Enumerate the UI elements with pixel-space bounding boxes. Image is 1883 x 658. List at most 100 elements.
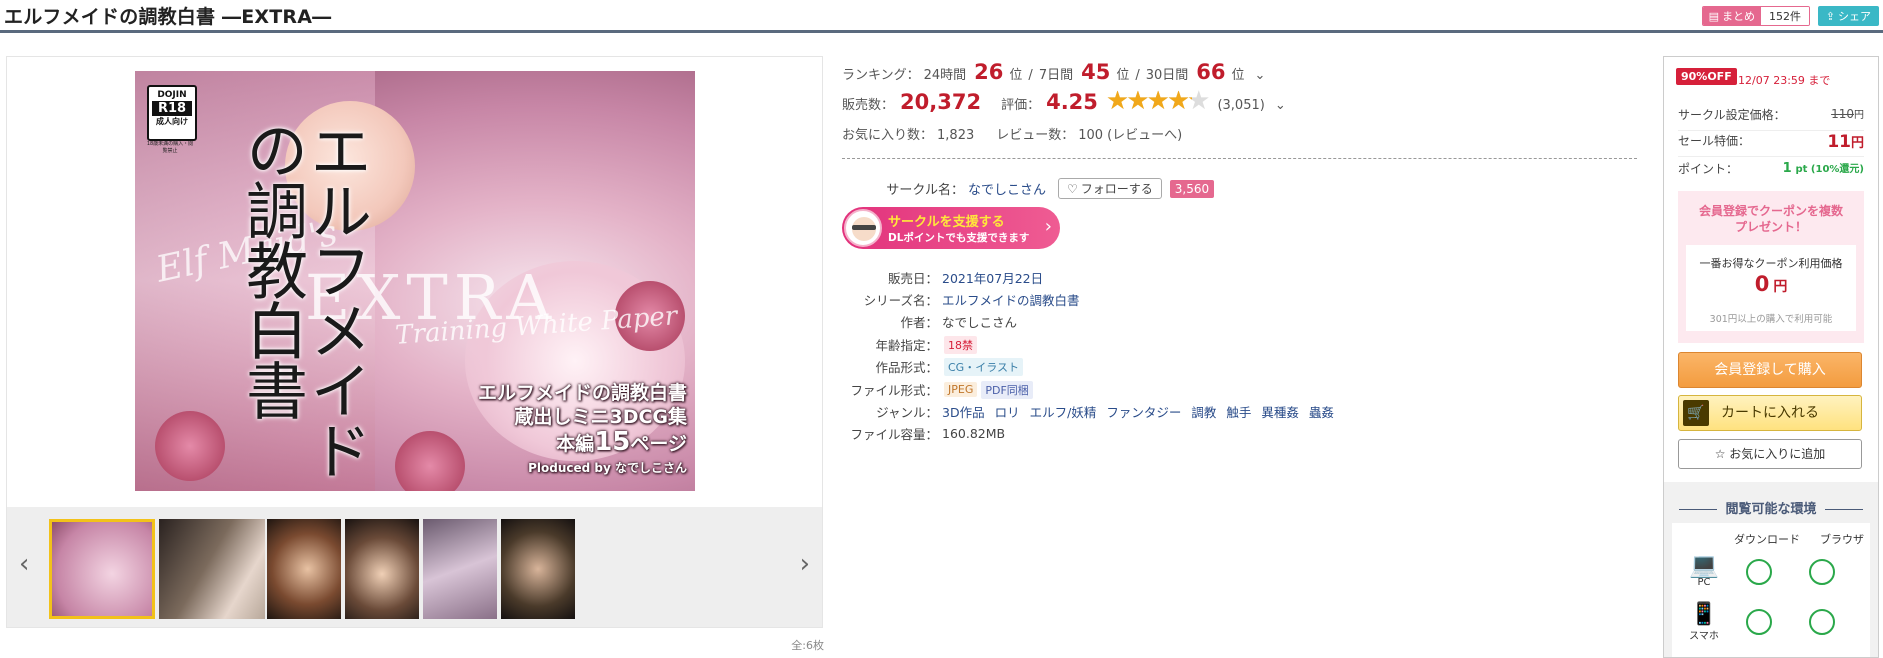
coupon-heading-line: プレゼント！ — [1734, 220, 1807, 234]
genre-tag[interactable]: ファンタジー — [1106, 402, 1181, 421]
rank-unit: 位 — [1231, 68, 1245, 83]
matome-count: 152件 — [1761, 7, 1809, 25]
sales-label: 販売数： — [842, 98, 895, 113]
star-icon: ☆ — [1714, 447, 1726, 461]
detail-row: 年齢指定： 18禁 — [842, 335, 977, 354]
detail-label: 年齢指定： — [875, 338, 938, 353]
work-type-tag[interactable]: CG・イラスト — [944, 357, 1023, 376]
circle-price-row: サークル設定価格： 110円 — [1678, 106, 1864, 131]
rank-separator: / — [1135, 68, 1140, 83]
detail-label: ファイル容量： — [850, 427, 938, 442]
title-bar: エルフメイドの調教白書 ―EXTRA― ▤ まとめ 152件 ⇪ シェア — [0, 0, 1883, 33]
sale-end-date: 12/07 23:59 まで — [1738, 74, 1831, 87]
cover-copy-line: 本編15ページ — [478, 429, 687, 457]
point-unit: pt (10%還元) — [1795, 164, 1865, 175]
add-to-cart-button[interactable]: 🛒 カートに入れる — [1678, 395, 1862, 431]
detail-row: 作品形式： CG・イラスト — [842, 357, 1023, 376]
next-arrow-icon[interactable]: › — [800, 549, 810, 579]
chevron-down-icon[interactable]: ⌄ — [1255, 68, 1266, 83]
coupon-unit: 円 — [1773, 279, 1788, 295]
age-note: 18歳未満の購入・閲覧禁止 — [146, 141, 194, 154]
genre-tag[interactable]: ロリ — [995, 402, 1020, 421]
sales-row: 販売数： 20,372 評価： 4.25 ★★★★★ ★★★★★ (3,051)… — [842, 88, 1286, 114]
detail-label: 作品形式： — [875, 360, 938, 375]
support-circle-button[interactable]: サークルを支援する DLポイントでも支援できます › — [842, 207, 1060, 249]
ranking-label: ランキング： — [842, 68, 920, 83]
genre-tag[interactable]: 3D作品 — [942, 402, 985, 421]
cart-icon: 🛒 — [1683, 400, 1709, 426]
env-title: 閲覧可能な環境 — [1664, 498, 1878, 517]
favorites-label: お気に入りに追加 — [1729, 447, 1826, 461]
detail-link[interactable]: 2021年07月22日 — [942, 268, 1043, 287]
genre-tag[interactable]: 触手 — [1226, 402, 1251, 421]
sale-price-row: セール特価： 11円 — [1678, 132, 1864, 157]
genre-tag[interactable]: エルフ/妖精 — [1030, 402, 1097, 421]
price-section: 90%OFF 12/07 23:59 まで サークル設定価格： 110円 セール… — [1664, 57, 1878, 482]
section-divider — [842, 158, 1637, 159]
detail-row: シリーズ名： エルフメイドの調教白書 — [842, 290, 1080, 309]
support-subtitle: DLポイントでも支援できます — [888, 232, 1030, 244]
age-rating-tag[interactable]: 18禁 — [944, 335, 977, 354]
share-button[interactable]: ⇪ シェア — [1817, 6, 1879, 26]
add-to-favorites-button[interactable]: ☆ お気に入りに追加 — [1678, 439, 1862, 469]
rating-stars: ★★★★★ ★★★★★ — [1105, 88, 1211, 114]
register-and-buy-button[interactable]: 会員登録して購入 — [1678, 352, 1862, 388]
rating-label: 評価： — [1001, 98, 1041, 113]
matome-label: まとめ — [1722, 10, 1755, 23]
thumbnail-5[interactable] — [423, 519, 497, 619]
point-row: ポイント： 1 pt (10%還元) — [1678, 160, 1864, 184]
genre-tag[interactable]: 調教 — [1191, 402, 1216, 421]
pc-device: 💻 PC — [1686, 553, 1722, 588]
genre-tag[interactable]: 蟲姦 — [1309, 402, 1334, 421]
star-filled-icons: ★★★★★ — [1105, 91, 1192, 111]
rank-unit: 位 — [1009, 68, 1023, 83]
circle-price-label: サークル設定価格： — [1678, 108, 1786, 122]
detail-label: 販売日： — [887, 271, 938, 286]
thumbnail-2[interactable] — [159, 519, 265, 619]
circle-avatar — [844, 209, 882, 247]
detail-link[interactable]: エルフメイドの調教白書 — [942, 290, 1080, 309]
chevron-right-icon: › — [1044, 216, 1052, 237]
dojin-r18-badge: DOJIN R18 成人向け — [147, 85, 197, 141]
ranking-24h-label: 24時間 — [923, 68, 967, 83]
ranking-7d-value: 45 — [1081, 60, 1111, 84]
circle-row: サークル名： なでしこさん ♡ フォローする 3,560 — [842, 178, 1215, 199]
cover-copy-part: 本編 — [556, 433, 595, 455]
ranking-row: ランキング： 24時間 26 位 / 7日間 45 位 / 30日間 66 位 … — [842, 60, 1265, 84]
r18-text: R18 — [152, 101, 192, 116]
prev-arrow-icon[interactable]: ‹ — [19, 549, 29, 579]
cover-copy-page-count: 15 — [594, 427, 631, 457]
genre-tag[interactable]: 異種姦 — [1261, 402, 1299, 421]
env-browser-header: ブラウザ — [1820, 533, 1864, 546]
detail-label: 作者： — [900, 315, 938, 330]
counts-row: お気に入り数： 1,823 レビュー数： 100 (レビューへ) — [842, 124, 1182, 143]
chevron-down-icon[interactable]: ⌄ — [1275, 98, 1286, 113]
ranking-30d-value: 66 — [1196, 60, 1226, 84]
review-link[interactable]: (レビューへ) — [1107, 124, 1182, 143]
file-format-tag[interactable]: PDF同梱 — [981, 380, 1033, 399]
thumbnail-3[interactable] — [267, 519, 341, 619]
laptop-icon: 💻 — [1689, 551, 1719, 579]
circle-name-link[interactable]: なでしこさん — [968, 179, 1046, 198]
coupon-title: 一番お得なクーポン利用価格 — [1699, 257, 1843, 270]
ranking-30d-label: 30日間 — [1145, 68, 1189, 83]
favorites-value: 1,823 — [937, 128, 975, 143]
cart-label: カートに入れる — [1721, 405, 1819, 421]
original-price: 110 — [1831, 107, 1854, 121]
follow-button[interactable]: ♡ フォローする — [1058, 178, 1162, 199]
env-download-header: ダウンロード — [1734, 533, 1800, 546]
rose-decoration — [155, 411, 225, 481]
rank-separator: / — [1028, 68, 1033, 83]
matome-button[interactable]: ▤ まとめ 152件 — [1701, 6, 1810, 26]
cover-vertical-title: エルフメイドの調教白書 — [235, 119, 372, 479]
file-format-tag[interactable]: JPEG — [944, 382, 978, 397]
thumbnail-1[interactable] — [49, 519, 155, 619]
main-cover-image[interactable]: DOJIN R18 成人向け 18歳未満の購入・閲覧禁止 Elf Maid's … — [135, 71, 695, 491]
thumbnail-4[interactable] — [345, 519, 419, 619]
coupon-box: 会員登録でクーポンを複数 プレゼント！ 一番お得なクーポン利用価格 0円 301円… — [1678, 191, 1864, 343]
thumbnail-6[interactable] — [501, 519, 575, 619]
detail-row: ジャンル： 3D作品 ロリ エルフ/妖精 ファンタジー 調教 触手 異種姦 蟲姦 — [842, 402, 1334, 421]
phone-device: 📱 スマホ — [1686, 603, 1722, 643]
env-title-text: 閲覧可能な環境 — [1725, 502, 1817, 517]
detail-row: ファイル容量： 160.82MB — [842, 424, 1005, 443]
